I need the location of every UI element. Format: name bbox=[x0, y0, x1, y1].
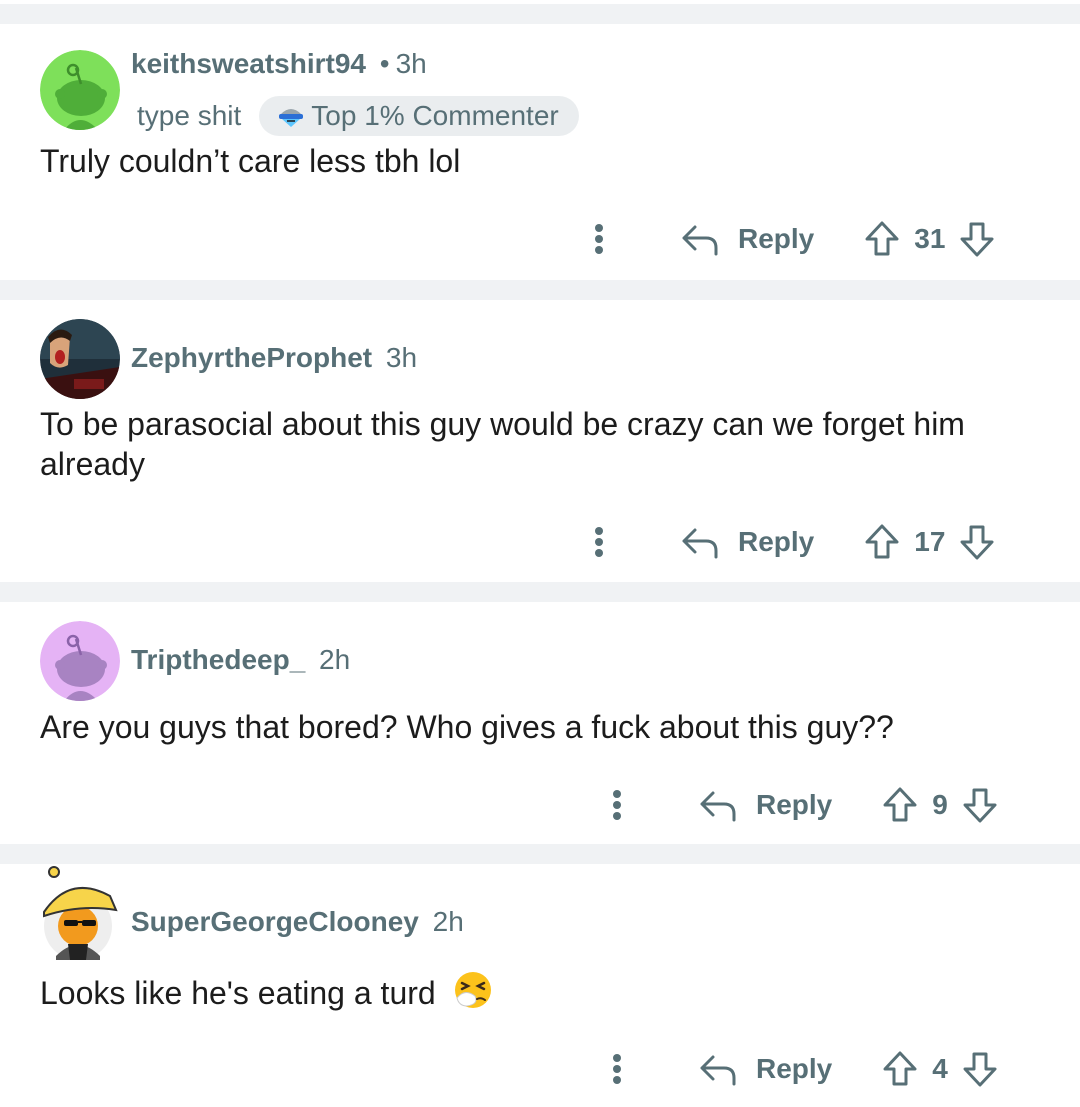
reply-arrow-icon bbox=[700, 1055, 736, 1086]
comment-separator bbox=[0, 582, 1080, 602]
comment-separator bbox=[0, 844, 1080, 864]
username[interactable]: Tripthedeep_ bbox=[131, 644, 305, 675]
vote-count: 31 bbox=[914, 223, 946, 254]
comment-3: Tripthedeep_ 2h Are you guys that bored?… bbox=[0, 602, 1080, 844]
reply-button[interactable]: Reply bbox=[680, 221, 814, 257]
avatar[interactable] bbox=[40, 50, 120, 130]
comment-meta: SuperGeorgeClooney 2h bbox=[131, 906, 464, 938]
comment-text: Looks like he's eating a turd bbox=[40, 975, 436, 1011]
comment-actions: Reply 17 bbox=[594, 517, 995, 567]
comment-meta: Tripthedeep_ 2h bbox=[131, 644, 350, 676]
flair-row: type shit Top 1% Commenter bbox=[137, 96, 579, 136]
avatar[interactable] bbox=[40, 864, 124, 964]
comment-body: To be parasocial about this guy would be… bbox=[40, 406, 965, 482]
username[interactable]: ZephyrtheProphet bbox=[131, 342, 372, 373]
vote-controls: 9 bbox=[882, 786, 998, 824]
more-options-icon[interactable] bbox=[594, 527, 604, 557]
downvote-icon[interactable] bbox=[959, 220, 995, 258]
user-flair: type shit bbox=[137, 100, 242, 131]
comment-separator bbox=[0, 4, 1080, 24]
timestamp: 3h bbox=[395, 48, 427, 79]
reply-button[interactable]: Reply bbox=[698, 1051, 832, 1087]
downvote-icon[interactable] bbox=[962, 1050, 998, 1088]
comment-4: SuperGeorgeClooney 2h Looks like he's ea… bbox=[0, 864, 1080, 1107]
reply-label: Reply bbox=[738, 223, 815, 254]
more-options-icon[interactable] bbox=[612, 790, 622, 820]
reply-label: Reply bbox=[738, 526, 815, 557]
vote-controls: 4 bbox=[882, 1050, 998, 1088]
comment-separator bbox=[0, 280, 1080, 300]
timestamp: 2h bbox=[432, 906, 464, 937]
reply-label: Reply bbox=[756, 1053, 833, 1084]
vote-count: 4 bbox=[932, 1053, 948, 1084]
top-commenter-badge[interactable]: Top 1% Commenter bbox=[259, 96, 579, 136]
comment-2: ZephyrtheProphet 3h To be parasocial abo… bbox=[0, 300, 1080, 582]
comment-actions: Reply 9 bbox=[612, 780, 998, 830]
sneezing-face-emoji bbox=[454, 972, 491, 1008]
upvote-icon[interactable] bbox=[882, 786, 918, 824]
upvote-icon[interactable] bbox=[864, 220, 900, 258]
upvote-icon[interactable] bbox=[882, 1050, 918, 1088]
comment-1: keithsweatshirt94 • 3h type shit Top 1% C… bbox=[0, 24, 1080, 280]
comment-body: Looks like he's eating a turd bbox=[40, 970, 1030, 1013]
avatar[interactable] bbox=[40, 621, 120, 701]
comment-meta: keithsweatshirt94 • 3h bbox=[131, 48, 427, 80]
vote-count: 9 bbox=[932, 789, 948, 820]
trophy-icon bbox=[279, 109, 304, 127]
badge-label: Top 1% Commenter bbox=[311, 100, 559, 131]
reply-button[interactable]: Reply bbox=[698, 787, 832, 823]
more-options-icon[interactable] bbox=[612, 1054, 622, 1084]
meta-separator: • bbox=[379, 48, 390, 79]
upvote-icon[interactable] bbox=[864, 523, 900, 561]
avatar[interactable] bbox=[40, 319, 120, 399]
vote-controls: 17 bbox=[864, 523, 995, 561]
username[interactable]: keithsweatshirt94 bbox=[131, 48, 366, 79]
reply-arrow-icon bbox=[700, 791, 736, 822]
reply-button[interactable]: Reply bbox=[680, 524, 814, 560]
comment-actions: Reply 4 bbox=[612, 1044, 998, 1094]
reply-arrow-icon bbox=[682, 225, 718, 256]
more-options-icon[interactable] bbox=[594, 224, 604, 254]
downvote-icon[interactable] bbox=[959, 523, 995, 561]
timestamp: 3h bbox=[385, 342, 418, 373]
vote-count: 17 bbox=[914, 526, 946, 557]
reply-arrow-icon bbox=[682, 528, 718, 559]
downvote-icon[interactable] bbox=[962, 786, 998, 824]
timestamp: 2h bbox=[319, 644, 351, 675]
comment-body: Are you guys that bored? Who gives a fuc… bbox=[40, 709, 894, 745]
comment-body: Truly couldn’t care less tbh lol bbox=[40, 143, 461, 179]
comment-actions: Reply 31 bbox=[594, 214, 995, 264]
reply-label: Reply bbox=[756, 789, 833, 820]
comment-meta: ZephyrtheProphet 3h bbox=[131, 342, 417, 374]
vote-controls: 31 bbox=[864, 220, 995, 258]
username[interactable]: SuperGeorgeClooney bbox=[131, 906, 419, 937]
